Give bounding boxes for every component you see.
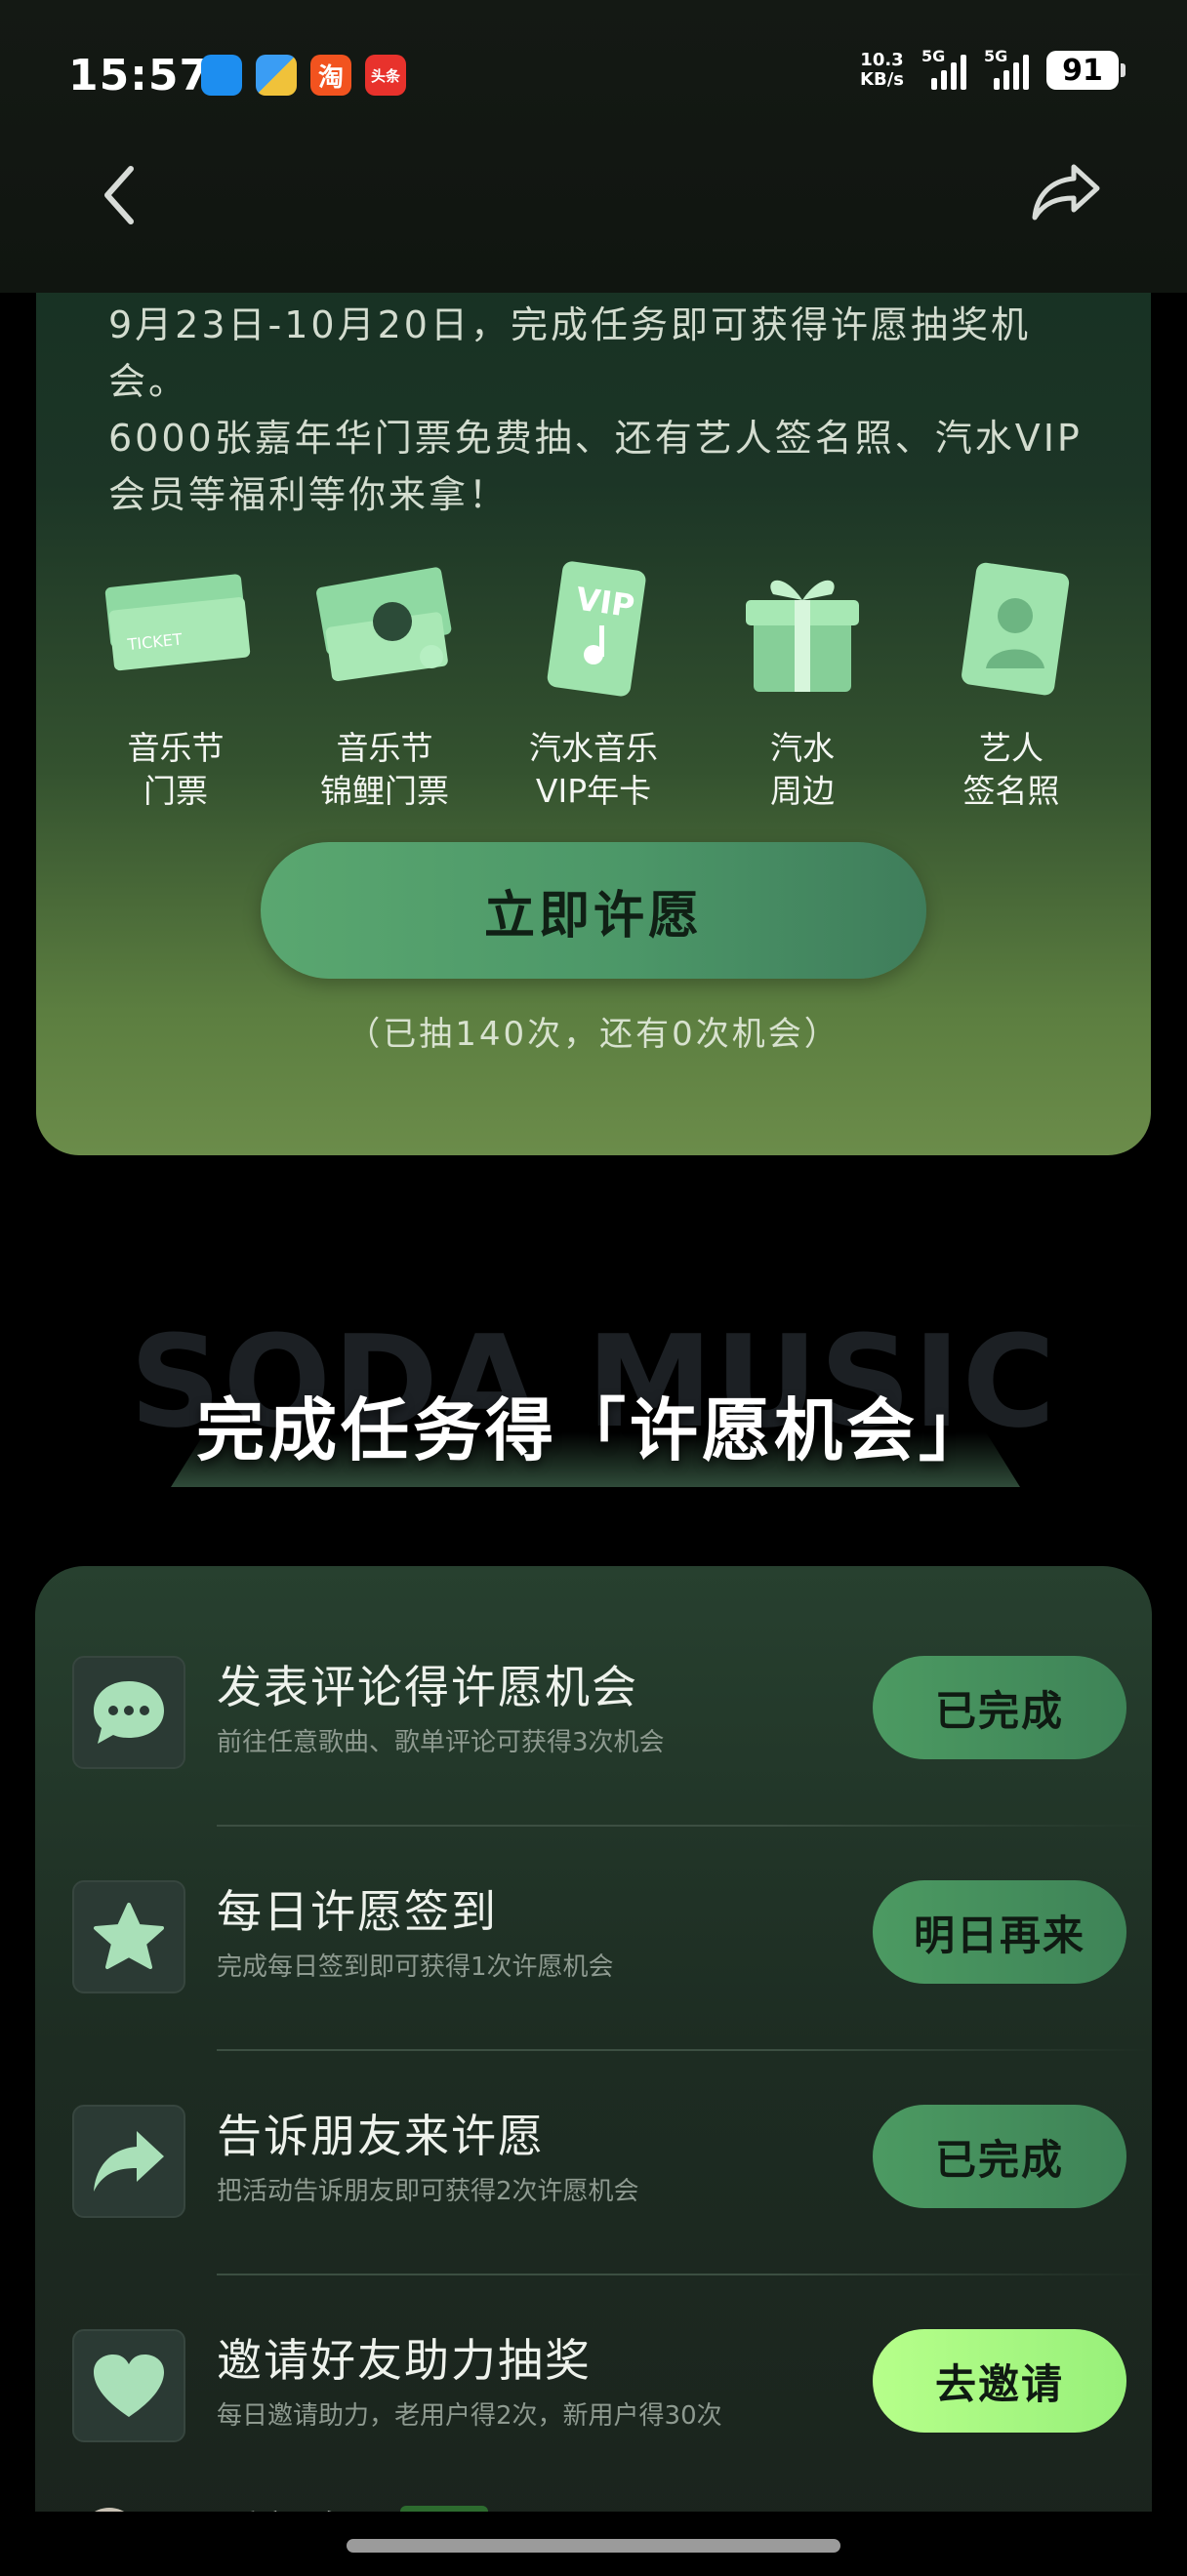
task-description: 把活动告诉朋友即可获得2次许愿机会 <box>217 2177 639 2206</box>
invite-button[interactable]: 去邀请 <box>873 2329 1126 2433</box>
task-completed-button[interactable]: 已完成 <box>873 1656 1126 1759</box>
ticket-icon: TICKET <box>104 574 251 671</box>
toutiao-icon: 头条 <box>365 55 406 96</box>
signal-strength-icon: 5G <box>921 47 966 90</box>
task-title: 每日许愿签到 <box>217 1885 498 1938</box>
task-card: 发表评论得许愿机会 前往任意歌曲、歌单评论可获得3次机会 已完成 每日许愿签到 … <box>35 1566 1152 2576</box>
task-completed-button[interactable]: 已完成 <box>873 2105 1126 2208</box>
task-description: 每日邀请助力，老用户得2次，新用户得30次 <box>217 2401 722 2431</box>
gift-box-icon <box>746 580 859 692</box>
heart-icon <box>72 2329 185 2442</box>
task-row-invite: 邀请好友助力抽奖 每日邀请助力，老用户得2次，新用户得30次 去邀请 <box>35 2239 1152 2464</box>
prize-item-vip-card[interactable]: VIP 汽水音乐 VIP年卡 <box>506 561 681 813</box>
make-wish-button[interactable]: 立即许愿 <box>261 842 926 979</box>
task-row-share: 告诉朋友来许愿 把活动告诉朋友即可获得2次许愿机会 已完成 <box>35 2015 1152 2239</box>
app-blue-icon <box>201 55 242 96</box>
signed-photo-icon <box>962 562 1070 696</box>
network-speed: 10.3 KB/s <box>860 50 904 90</box>
app-files-icon <box>256 55 297 96</box>
task-description: 前往任意歌曲、歌单评论可获得3次机会 <box>217 1728 665 1757</box>
prize-list: TICKET 音乐节 门票 音乐节 锦鲤门票 VIP 汽水音乐 VIP年卡 汽水 周边 <box>0 561 1187 825</box>
task-title: 邀请好友助力抽奖 <box>217 2334 592 2387</box>
comment-icon <box>72 1656 185 1769</box>
share-icon[interactable] <box>1031 161 1101 223</box>
star-icon <box>72 1880 185 1993</box>
task-description: 完成每日签到即可获得1次许愿机会 <box>217 1952 614 1982</box>
status-time: 15:57 <box>68 51 211 101</box>
prize-item-koi-ticket[interactable]: 音乐节 锦鲤门票 <box>297 561 472 813</box>
home-indicator[interactable] <box>347 2539 840 2553</box>
task-come-back-tomorrow-button[interactable]: 明日再来 <box>873 1880 1126 1984</box>
prize-item-festival-ticket[interactable]: TICKET 音乐节 门票 <box>88 561 264 813</box>
section-title: 完成任务得「许愿机会」 <box>196 1390 991 1470</box>
task-row-comment: 发表评论得许愿机会 前往任意歌曲、歌单评论可获得3次机会 已完成 <box>35 1566 1152 1791</box>
taobao-icon: 淘 <box>310 55 351 96</box>
status-indicators: 10.3 KB/s 5G 5G 91 <box>860 47 1126 90</box>
signal-strength-icon-2: 5G <box>984 47 1029 90</box>
task-row-checkin: 每日许愿签到 完成每日签到即可获得1次许愿机会 明日再来 <box>35 1791 1152 2015</box>
back-arrow-icon[interactable] <box>94 161 148 229</box>
notification-app-icons: 淘 头条 <box>201 55 406 96</box>
prize-item-merch[interactable]: 汽水 周边 <box>715 561 890 813</box>
intro-line-1: 9月23日-10月20日，完成任务即可获得许愿抽奖机会。 <box>108 303 1031 403</box>
prize-item-signed-photo[interactable]: 艺人 签名照 <box>923 561 1099 813</box>
task-title: 告诉朋友来许愿 <box>217 2110 545 2162</box>
share-arrow-icon <box>72 2105 185 2218</box>
koi-ticket-icon <box>316 567 452 682</box>
draw-count-info: （已抽140次，还有0次机会） <box>347 1015 840 1054</box>
intro-line-2: 6000张嘉年华门票免费抽、还有艺人签名照、汽水VIP会员等福利等你来拿！ <box>108 417 1083 516</box>
top-bar: 15:57 淘 头条 10.3 KB/s 5G 5G 91 <box>0 0 1187 293</box>
task-title: 发表评论得许愿机会 <box>217 1661 638 1713</box>
campaign-intro: 9月23日-10月20日，完成任务即可获得许愿抽奖机会。 6000张嘉年华门票免… <box>108 297 1085 523</box>
vip-card-icon: VIP <box>547 561 646 697</box>
battery-icon: 91 <box>1046 51 1126 90</box>
